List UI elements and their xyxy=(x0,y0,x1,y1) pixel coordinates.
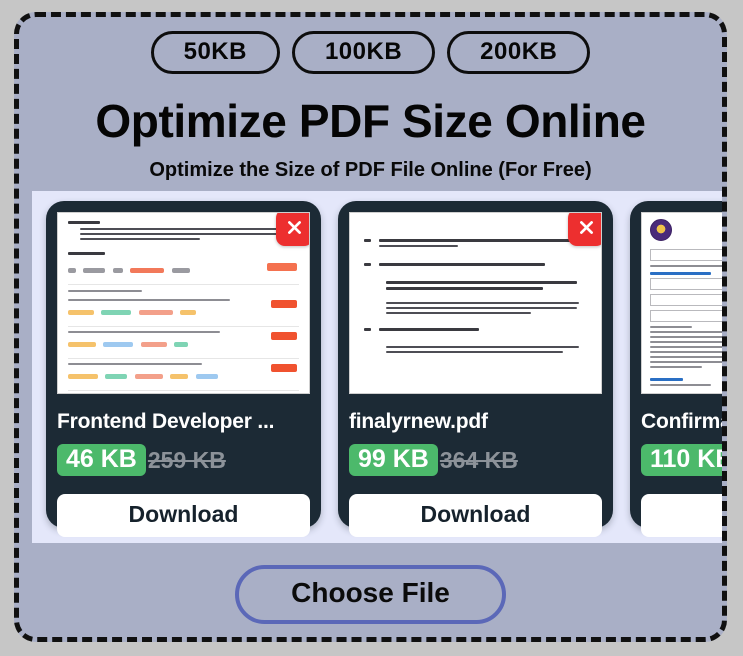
pdf-thumbnail xyxy=(57,212,310,394)
results-track: Frontend Developer ... 46 KB 259 KB Down… xyxy=(32,191,727,537)
original-size: 364 KB xyxy=(439,446,518,473)
results-carousel[interactable]: Frontend Developer ... 46 KB 259 KB Down… xyxy=(32,191,727,543)
file-size-comparison: 110 KB xyxy=(641,444,722,476)
pdf-thumbnail xyxy=(349,212,602,394)
compressed-size-badge: 110 KB xyxy=(641,444,722,476)
download-button[interactable]: Download xyxy=(349,494,602,537)
choose-file-area: Choose File xyxy=(19,565,722,624)
remove-file-button[interactable] xyxy=(276,213,309,246)
document-preview-assignment xyxy=(58,213,309,393)
file-result-card: Frontend Developer ... 46 KB 259 KB Down… xyxy=(46,201,321,537)
document-preview-report xyxy=(350,213,601,393)
download-button[interactable]: Download xyxy=(57,494,310,537)
preset-chip-200kb[interactable]: 200KB xyxy=(447,31,591,75)
file-result-card: finalyrnew.pdf 99 KB 364 KB Download xyxy=(338,201,613,537)
file-name: Confirma xyxy=(641,410,727,433)
original-size: 259 KB xyxy=(147,446,226,473)
file-name: finalyrnew.pdf xyxy=(349,410,488,433)
preset-size-chips: 50KB 100KB 200KB xyxy=(19,17,722,75)
download-button[interactable]: Dow xyxy=(641,494,722,537)
remove-file-button[interactable] xyxy=(568,213,601,246)
file-result-card: Confirma 110 KB Dow xyxy=(630,201,727,537)
choose-file-button[interactable]: Choose File xyxy=(235,565,506,624)
pdf-thumbnail xyxy=(641,212,722,394)
page-subtitle: Optimize the Size of PDF File Online (Fo… xyxy=(149,158,592,181)
document-preview-government-form xyxy=(642,213,722,393)
preset-chip-50kb[interactable]: 50KB xyxy=(150,31,280,75)
file-size-comparison: 99 KB 364 KB xyxy=(349,444,602,476)
emblem-icon xyxy=(650,219,672,241)
close-icon xyxy=(288,221,301,234)
compressed-size-badge: 46 KB xyxy=(57,444,146,476)
file-size-comparison: 46 KB 259 KB xyxy=(57,444,310,476)
preset-chip-100kb[interactable]: 100KB xyxy=(291,31,436,75)
close-icon xyxy=(580,221,593,234)
file-name: Frontend Developer ... xyxy=(57,410,275,433)
uploader-panel: 50KB 100KB 200KB Optimize PDF Size Onlin… xyxy=(14,12,727,642)
page-title: Optimize PDF Size Online xyxy=(95,95,646,148)
compressed-size-badge: 99 KB xyxy=(349,444,438,476)
